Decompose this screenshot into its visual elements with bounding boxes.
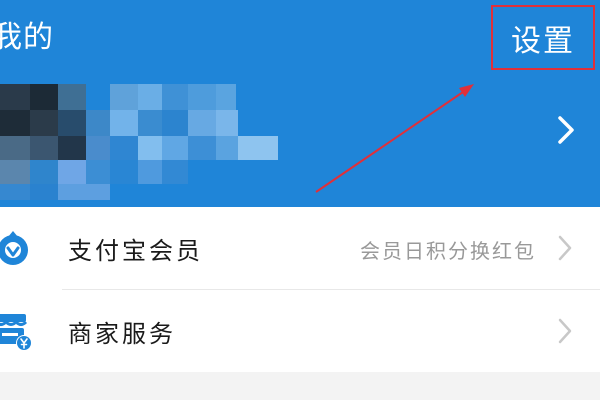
list-item-label: 商家服务 <box>68 320 176 348</box>
chevron-right-icon <box>558 235 572 261</box>
chevron-right-icon <box>558 116 574 144</box>
section-gap <box>0 372 600 400</box>
merchant-store-icon <box>0 314 32 351</box>
menu-list: 支付宝会员 会员日积分换红包 商家服务 <box>0 207 600 372</box>
chevron-right-icon <box>558 318 572 344</box>
list-item-merchant[interactable]: 商家服务 <box>0 290 600 372</box>
list-item-membership[interactable]: 支付宝会员 会员日积分换红包 <box>0 207 600 290</box>
profile-card[interactable] <box>0 76 600 200</box>
settings-button[interactable]: 设置 <box>491 5 595 70</box>
member-badge-icon <box>0 231 28 265</box>
settings-label: 设置 <box>511 23 575 59</box>
profile-header: 我的 设置 <box>0 0 600 207</box>
pixelated-avatar <box>0 76 290 200</box>
list-item-label: 支付宝会员 <box>68 237 203 265</box>
page-title: 我的 <box>0 20 54 55</box>
list-item-hint: 会员日积分换红包 <box>360 239 536 263</box>
